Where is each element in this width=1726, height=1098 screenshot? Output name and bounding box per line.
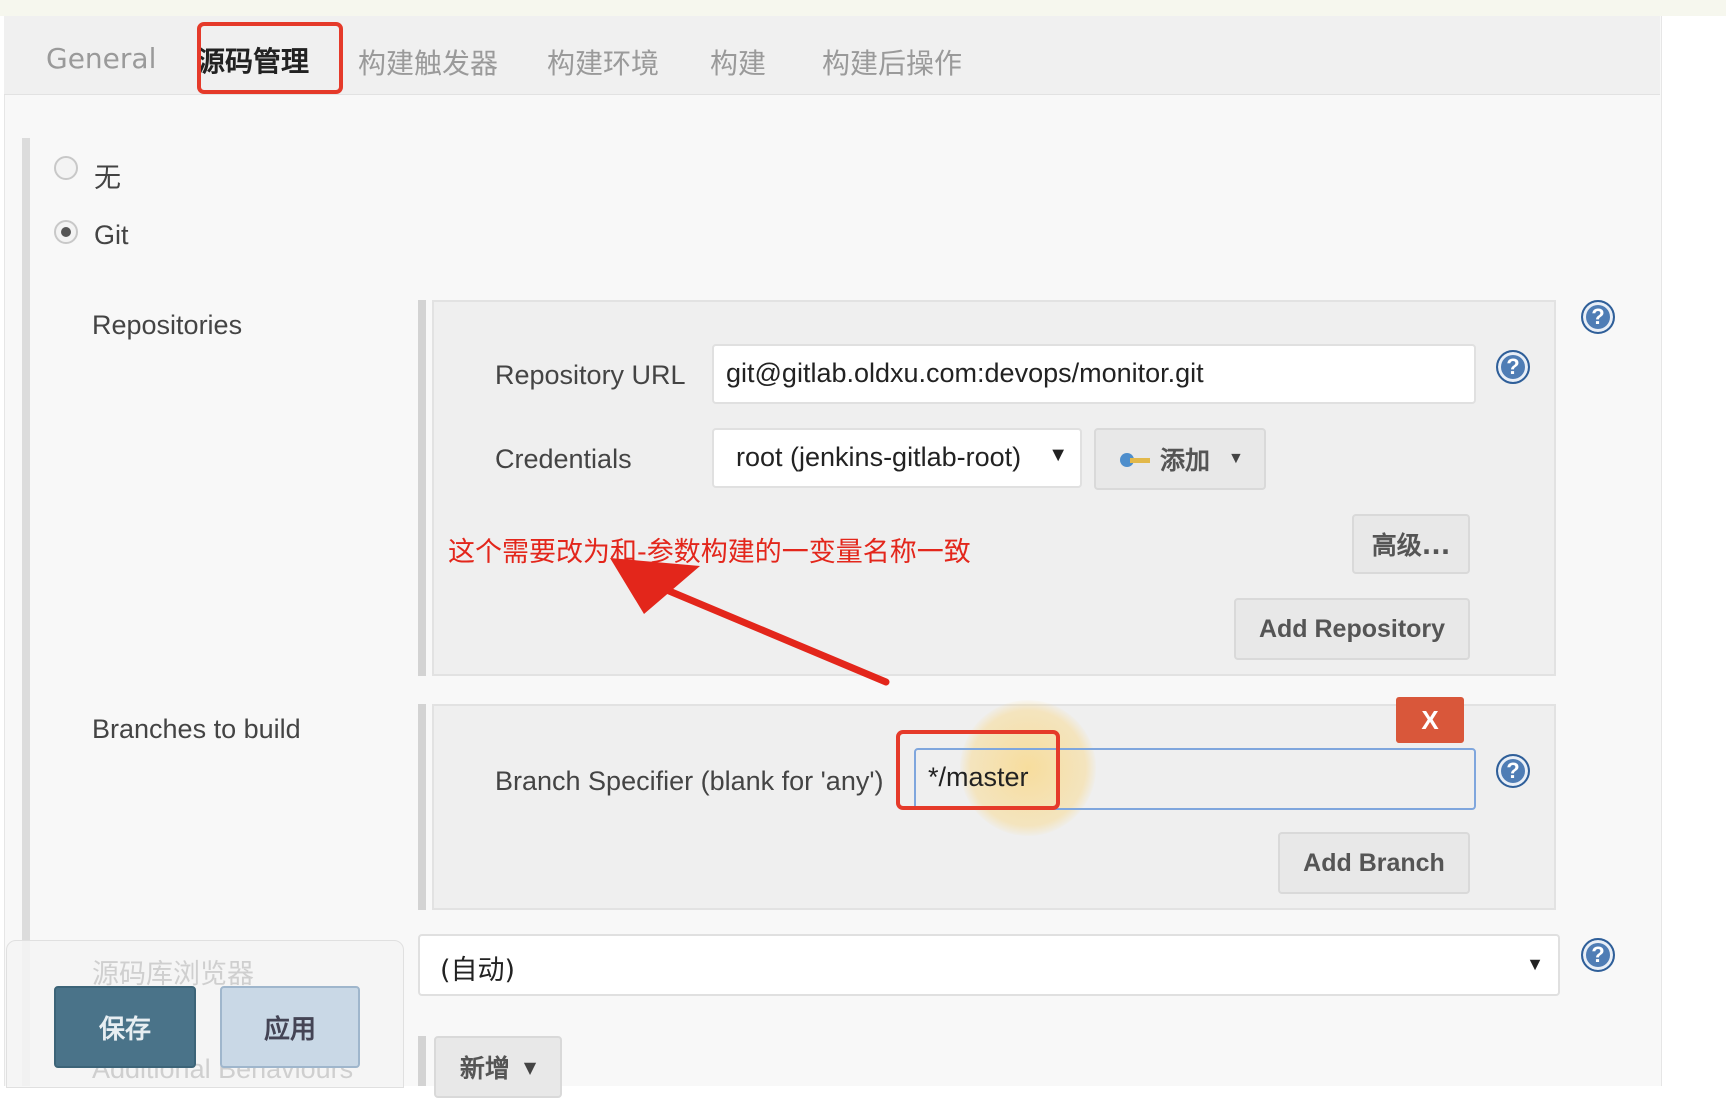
advanced-button[interactable]: 高级...	[1352, 514, 1470, 574]
repo-browser-select[interactable]: (自动) ▼	[418, 934, 1560, 996]
tab-build-triggers[interactable]: 构建触发器	[358, 42, 498, 82]
add-behaviour-label: 新增	[459, 1054, 510, 1083]
add-repository-button[interactable]: Add Repository	[1234, 598, 1470, 660]
branch-specifier-label: Branch Specifier (blank for 'any')	[495, 766, 884, 796]
radio-scm-none[interactable]	[54, 156, 78, 180]
repositories-side-bar	[418, 300, 426, 676]
radio-scm-git-label: Git	[94, 220, 129, 250]
radio-scm-git[interactable]	[54, 220, 78, 244]
radio-scm-none-label: 无	[94, 163, 121, 194]
repositories-label: Repositories	[92, 310, 243, 340]
tab-build[interactable]: 构建	[710, 42, 766, 82]
chevron-down-icon: ▼	[1526, 954, 1544, 974]
tab-highlight-box	[197, 22, 343, 94]
repo-browser-help-icon[interactable]: ?	[1581, 938, 1615, 972]
browser-top-strip	[0, 0, 1726, 16]
branches-label: Branches to build	[92, 714, 301, 744]
add-branch-button[interactable]: Add Branch	[1278, 832, 1470, 894]
annotation-arrow	[610, 558, 890, 686]
repository-url-label: Repository URL	[495, 360, 686, 390]
branch-specifier-highlight-box	[896, 730, 1060, 810]
branch-specifier-help-icon[interactable]: ?	[1496, 754, 1530, 788]
credentials-select-value: root (jenkins-gitlab-root)	[736, 442, 1022, 472]
caret-down-icon: ▼	[523, 1057, 537, 1077]
repository-url-help-icon[interactable]: ?	[1496, 350, 1530, 384]
repository-url-input[interactable]: git@gitlab.oldxu.com:devops/monitor.git	[712, 344, 1476, 404]
credentials-select[interactable]: root (jenkins-gitlab-root) ▼	[712, 428, 1082, 488]
chevron-down-icon: ▼	[1048, 444, 1068, 466]
save-button[interactable]: 保存	[54, 986, 196, 1068]
tab-post-build[interactable]: 构建后操作	[822, 42, 962, 82]
repo-browser-value: (自动)	[440, 955, 516, 986]
add-behaviour-button[interactable]: 新增 ▼	[434, 1036, 562, 1098]
tab-general[interactable]: General	[46, 42, 156, 75]
caret-down-icon: ▼	[1228, 450, 1244, 467]
repositories-help-icon[interactable]: ?	[1581, 300, 1615, 334]
add-credentials-button[interactable]: 添加 ▼	[1094, 428, 1266, 490]
tab-build-environment[interactable]: 构建环境	[547, 42, 659, 82]
apply-button[interactable]: 应用	[220, 986, 360, 1068]
add-credentials-label: 添加	[1160, 446, 1211, 475]
delete-branch-button[interactable]: X	[1396, 697, 1464, 743]
credentials-label: Credentials	[495, 444, 632, 474]
key-icon	[1120, 451, 1152, 467]
branches-side-bar	[418, 704, 426, 910]
behaviours-side-bar	[418, 1036, 426, 1086]
